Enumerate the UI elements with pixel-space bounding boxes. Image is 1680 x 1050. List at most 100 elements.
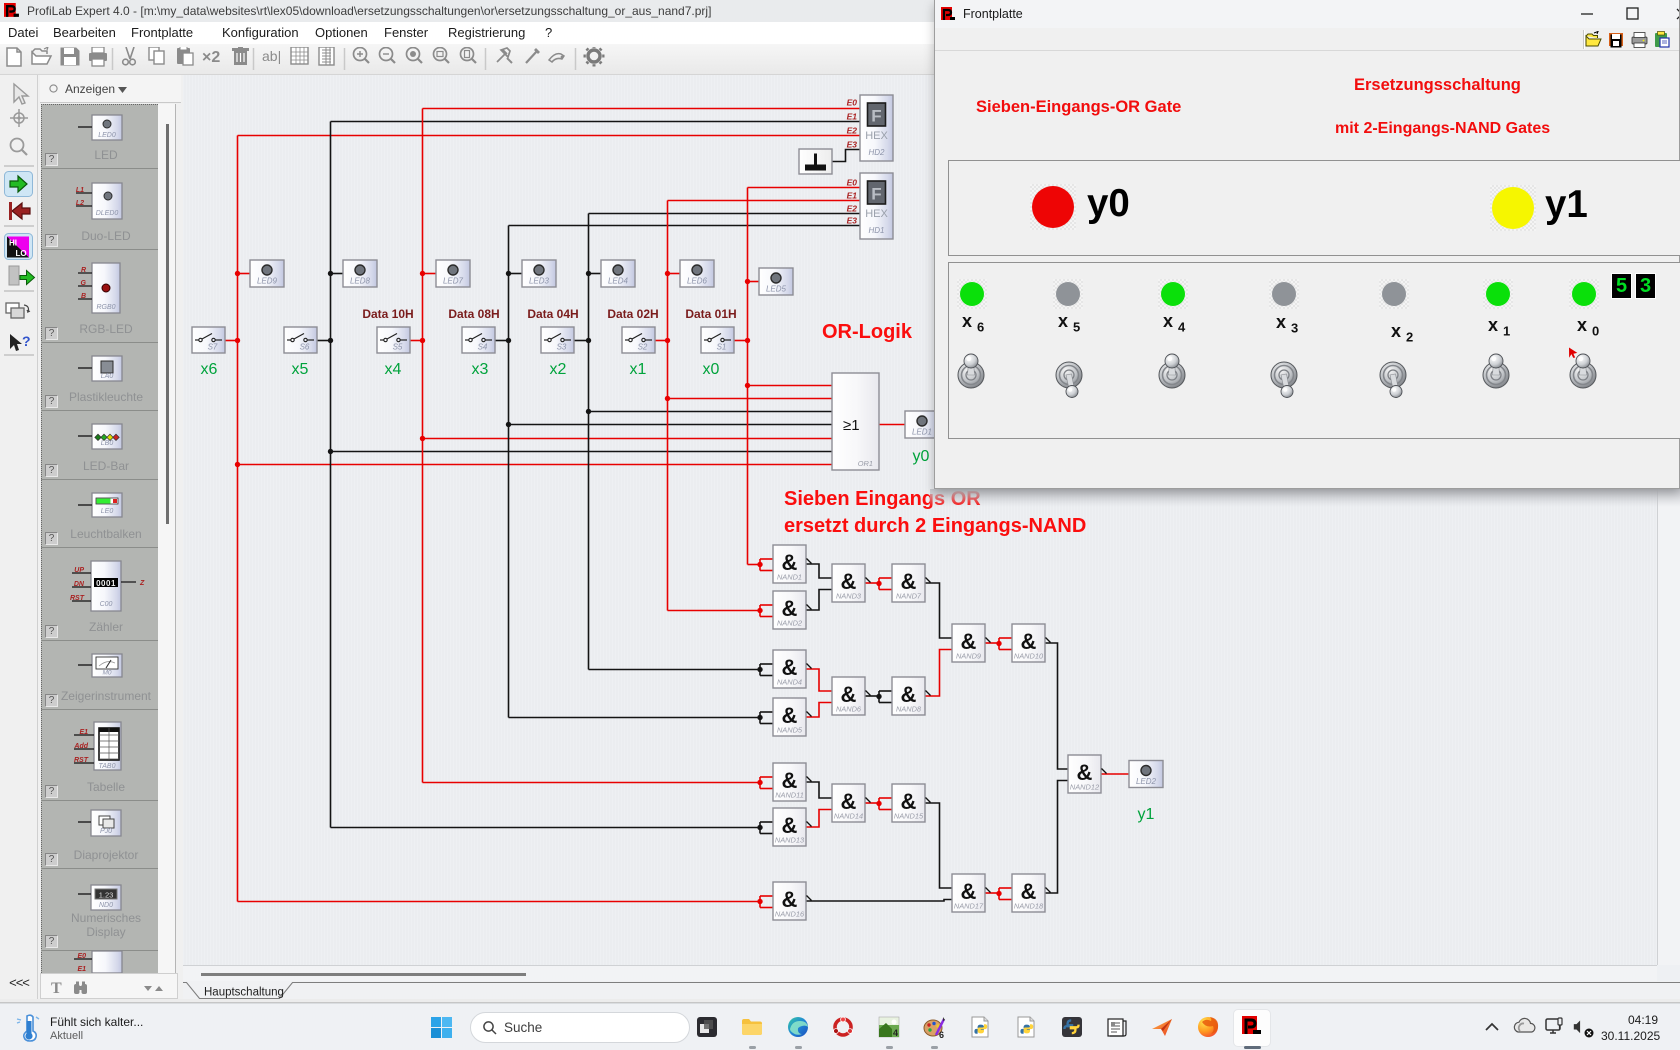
svg-text:TAB0: TAB0 — [99, 763, 116, 770]
svg-text:NAND6: NAND6 — [836, 705, 862, 714]
svg-text:&: & — [782, 703, 798, 728]
svg-text:&: & — [841, 682, 857, 707]
svg-text:&: & — [901, 789, 917, 814]
svg-text:HD1: HD1 — [868, 226, 884, 235]
svg-text:RGB0: RGB0 — [96, 304, 115, 311]
svg-text:1.23: 1.23 — [99, 891, 114, 900]
svg-text:NAND17: NAND17 — [954, 902, 984, 911]
svg-text:x4: x4 — [385, 361, 402, 378]
svg-text:&: & — [901, 682, 917, 707]
svg-text:Data 08H: Data 08H — [448, 307, 499, 321]
svg-text:S2: S2 — [638, 343, 648, 352]
svg-text:M0: M0 — [102, 670, 111, 677]
svg-text:S5: S5 — [393, 343, 403, 352]
svg-text:&: & — [782, 550, 798, 575]
svg-text:OR1: OR1 — [858, 459, 873, 468]
svg-text:&: & — [1021, 879, 1037, 904]
svg-text:LED1: LED1 — [912, 428, 932, 437]
svg-text:x1: x1 — [630, 361, 647, 378]
svg-text:×2: ×2 — [202, 49, 220, 66]
svg-text:E2: E2 — [847, 204, 858, 214]
svg-text:NAND7: NAND7 — [896, 592, 922, 601]
svg-text:Hauptschaltung: Hauptschaltung — [204, 987, 284, 999]
svg-text:6: 6 — [939, 1030, 944, 1039]
svg-text:S4: S4 — [478, 343, 488, 352]
svg-text:E1: E1 — [847, 191, 858, 201]
svg-text:y0: y0 — [913, 448, 930, 465]
svg-text:LB0: LB0 — [101, 440, 114, 447]
svg-text:F: F — [871, 185, 881, 204]
svg-text:x5: x5 — [292, 361, 309, 378]
svg-text:NAND1: NAND1 — [777, 573, 802, 582]
svg-text:4: 4 — [893, 1028, 898, 1038]
svg-text:&: & — [1077, 760, 1093, 785]
svg-text:&: & — [841, 569, 857, 594]
svg-text:E1: E1 — [847, 112, 858, 122]
svg-text:PJ0: PJ0 — [100, 828, 112, 835]
svg-text:DLED0: DLED0 — [96, 210, 119, 217]
svg-text:NAND8: NAND8 — [896, 705, 922, 714]
svg-text:x2: x2 — [550, 361, 567, 378]
svg-text:LED0: LED0 — [98, 132, 116, 139]
svg-text:E1: E1 — [77, 966, 86, 973]
svg-text:ND0: ND0 — [99, 902, 113, 909]
svg-text:&: & — [901, 569, 917, 594]
svg-text:NAND13: NAND13 — [775, 836, 805, 845]
svg-text:&: & — [782, 596, 798, 621]
svg-text:&: & — [841, 789, 857, 814]
svg-text:LED6: LED6 — [687, 277, 708, 286]
svg-text:E0: E0 — [847, 98, 858, 108]
svg-text:NAND18: NAND18 — [1014, 902, 1044, 911]
svg-text:Data 10H: Data 10H — [362, 307, 413, 321]
svg-text:&: & — [782, 768, 798, 793]
svg-text:x0: x0 — [703, 361, 720, 378]
svg-text:F: F — [871, 107, 881, 126]
svg-text:S6: S6 — [300, 343, 310, 352]
svg-text:ab|: ab| — [262, 48, 281, 64]
svg-text:E2: E2 — [847, 126, 858, 136]
svg-text:HEX: HEX — [865, 130, 888, 142]
svg-text:LED8: LED8 — [350, 277, 371, 286]
svg-text:&: & — [961, 879, 977, 904]
svg-text:LED5: LED5 — [766, 285, 787, 294]
svg-text:x6: x6 — [201, 361, 218, 378]
svg-text:&: & — [961, 629, 977, 654]
svg-text:E0: E0 — [847, 178, 858, 188]
svg-text:Data 02H: Data 02H — [607, 307, 658, 321]
svg-text:LED2: LED2 — [1136, 777, 1157, 786]
svg-text:LED3: LED3 — [529, 277, 550, 286]
svg-text:E3: E3 — [847, 140, 858, 150]
svg-text:LED4: LED4 — [608, 277, 629, 286]
svg-text:≥1: ≥1 — [843, 417, 860, 434]
svg-text:T: T — [51, 980, 62, 996]
svg-text:NAND15: NAND15 — [894, 812, 924, 821]
svg-text:S3: S3 — [557, 343, 567, 352]
svg-text:NAND2: NAND2 — [777, 619, 802, 628]
svg-text:x3: x3 — [472, 361, 489, 378]
svg-text:NAND11: NAND11 — [775, 791, 804, 800]
svg-text:&: & — [782, 887, 798, 912]
svg-text:NAND16: NAND16 — [775, 910, 805, 919]
svg-text:OR-Logik: OR-Logik — [822, 321, 913, 343]
svg-text:NAND10: NAND10 — [1014, 652, 1044, 661]
svg-text:&: & — [782, 655, 798, 680]
svg-text:E3: E3 — [847, 216, 858, 226]
svg-text:HEX: HEX — [865, 208, 888, 220]
svg-text:&: & — [782, 813, 798, 838]
svg-text:NAND9: NAND9 — [956, 652, 981, 661]
svg-text:NAND5: NAND5 — [777, 726, 803, 735]
svg-text:Data 01H: Data 01H — [685, 307, 736, 321]
svg-text:NAND14: NAND14 — [834, 812, 863, 821]
svg-text:LED7: LED7 — [443, 277, 464, 286]
svg-text:Z: Z — [139, 580, 145, 587]
svg-text:NAND4: NAND4 — [777, 678, 802, 687]
svg-text:0001: 0001 — [96, 579, 116, 588]
svg-text:LED9: LED9 — [257, 277, 278, 286]
svg-text:Data 04H: Data 04H — [527, 307, 578, 321]
svg-text:C00: C00 — [100, 601, 113, 608]
svg-text:NAND12: NAND12 — [1070, 783, 1099, 792]
svg-text:y1: y1 — [1138, 806, 1155, 823]
svg-text:HD2: HD2 — [868, 148, 885, 157]
svg-text:NAND3: NAND3 — [836, 592, 862, 601]
svg-text:LA0: LA0 — [101, 373, 114, 380]
